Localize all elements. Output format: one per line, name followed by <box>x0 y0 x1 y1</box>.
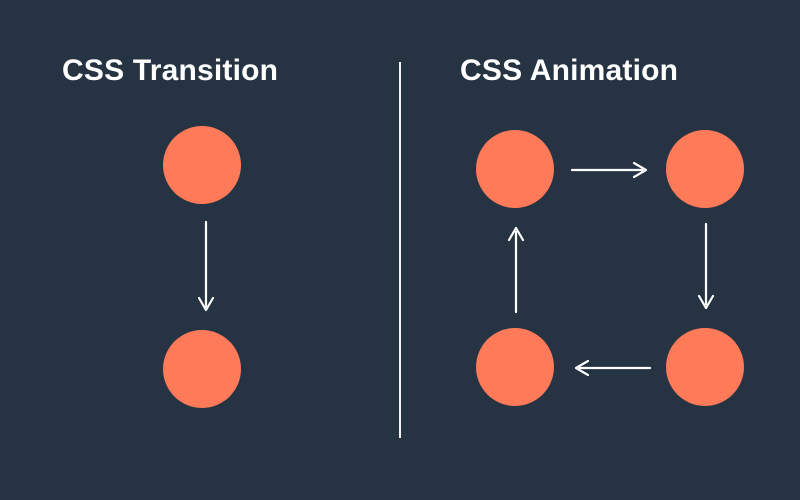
animation-heading: CSS Animation <box>460 54 678 88</box>
transition-arrow-down <box>196 220 216 315</box>
animation-arrow-up <box>506 222 526 314</box>
transition-panel: CSS Transition <box>0 0 400 500</box>
animation-circle-top-left <box>476 130 554 208</box>
animation-circle-bottom-right <box>666 328 744 406</box>
animation-circle-top-right <box>666 130 744 208</box>
animation-arrow-left <box>570 358 652 378</box>
animation-arrow-right <box>570 160 652 180</box>
transition-end-circle <box>163 330 241 408</box>
animation-arrow-down <box>696 222 716 314</box>
animation-circle-bottom-left <box>476 328 554 406</box>
animation-panel: CSS Animation <box>400 0 800 500</box>
transition-start-circle <box>163 126 241 204</box>
transition-heading: CSS Transition <box>62 54 278 88</box>
